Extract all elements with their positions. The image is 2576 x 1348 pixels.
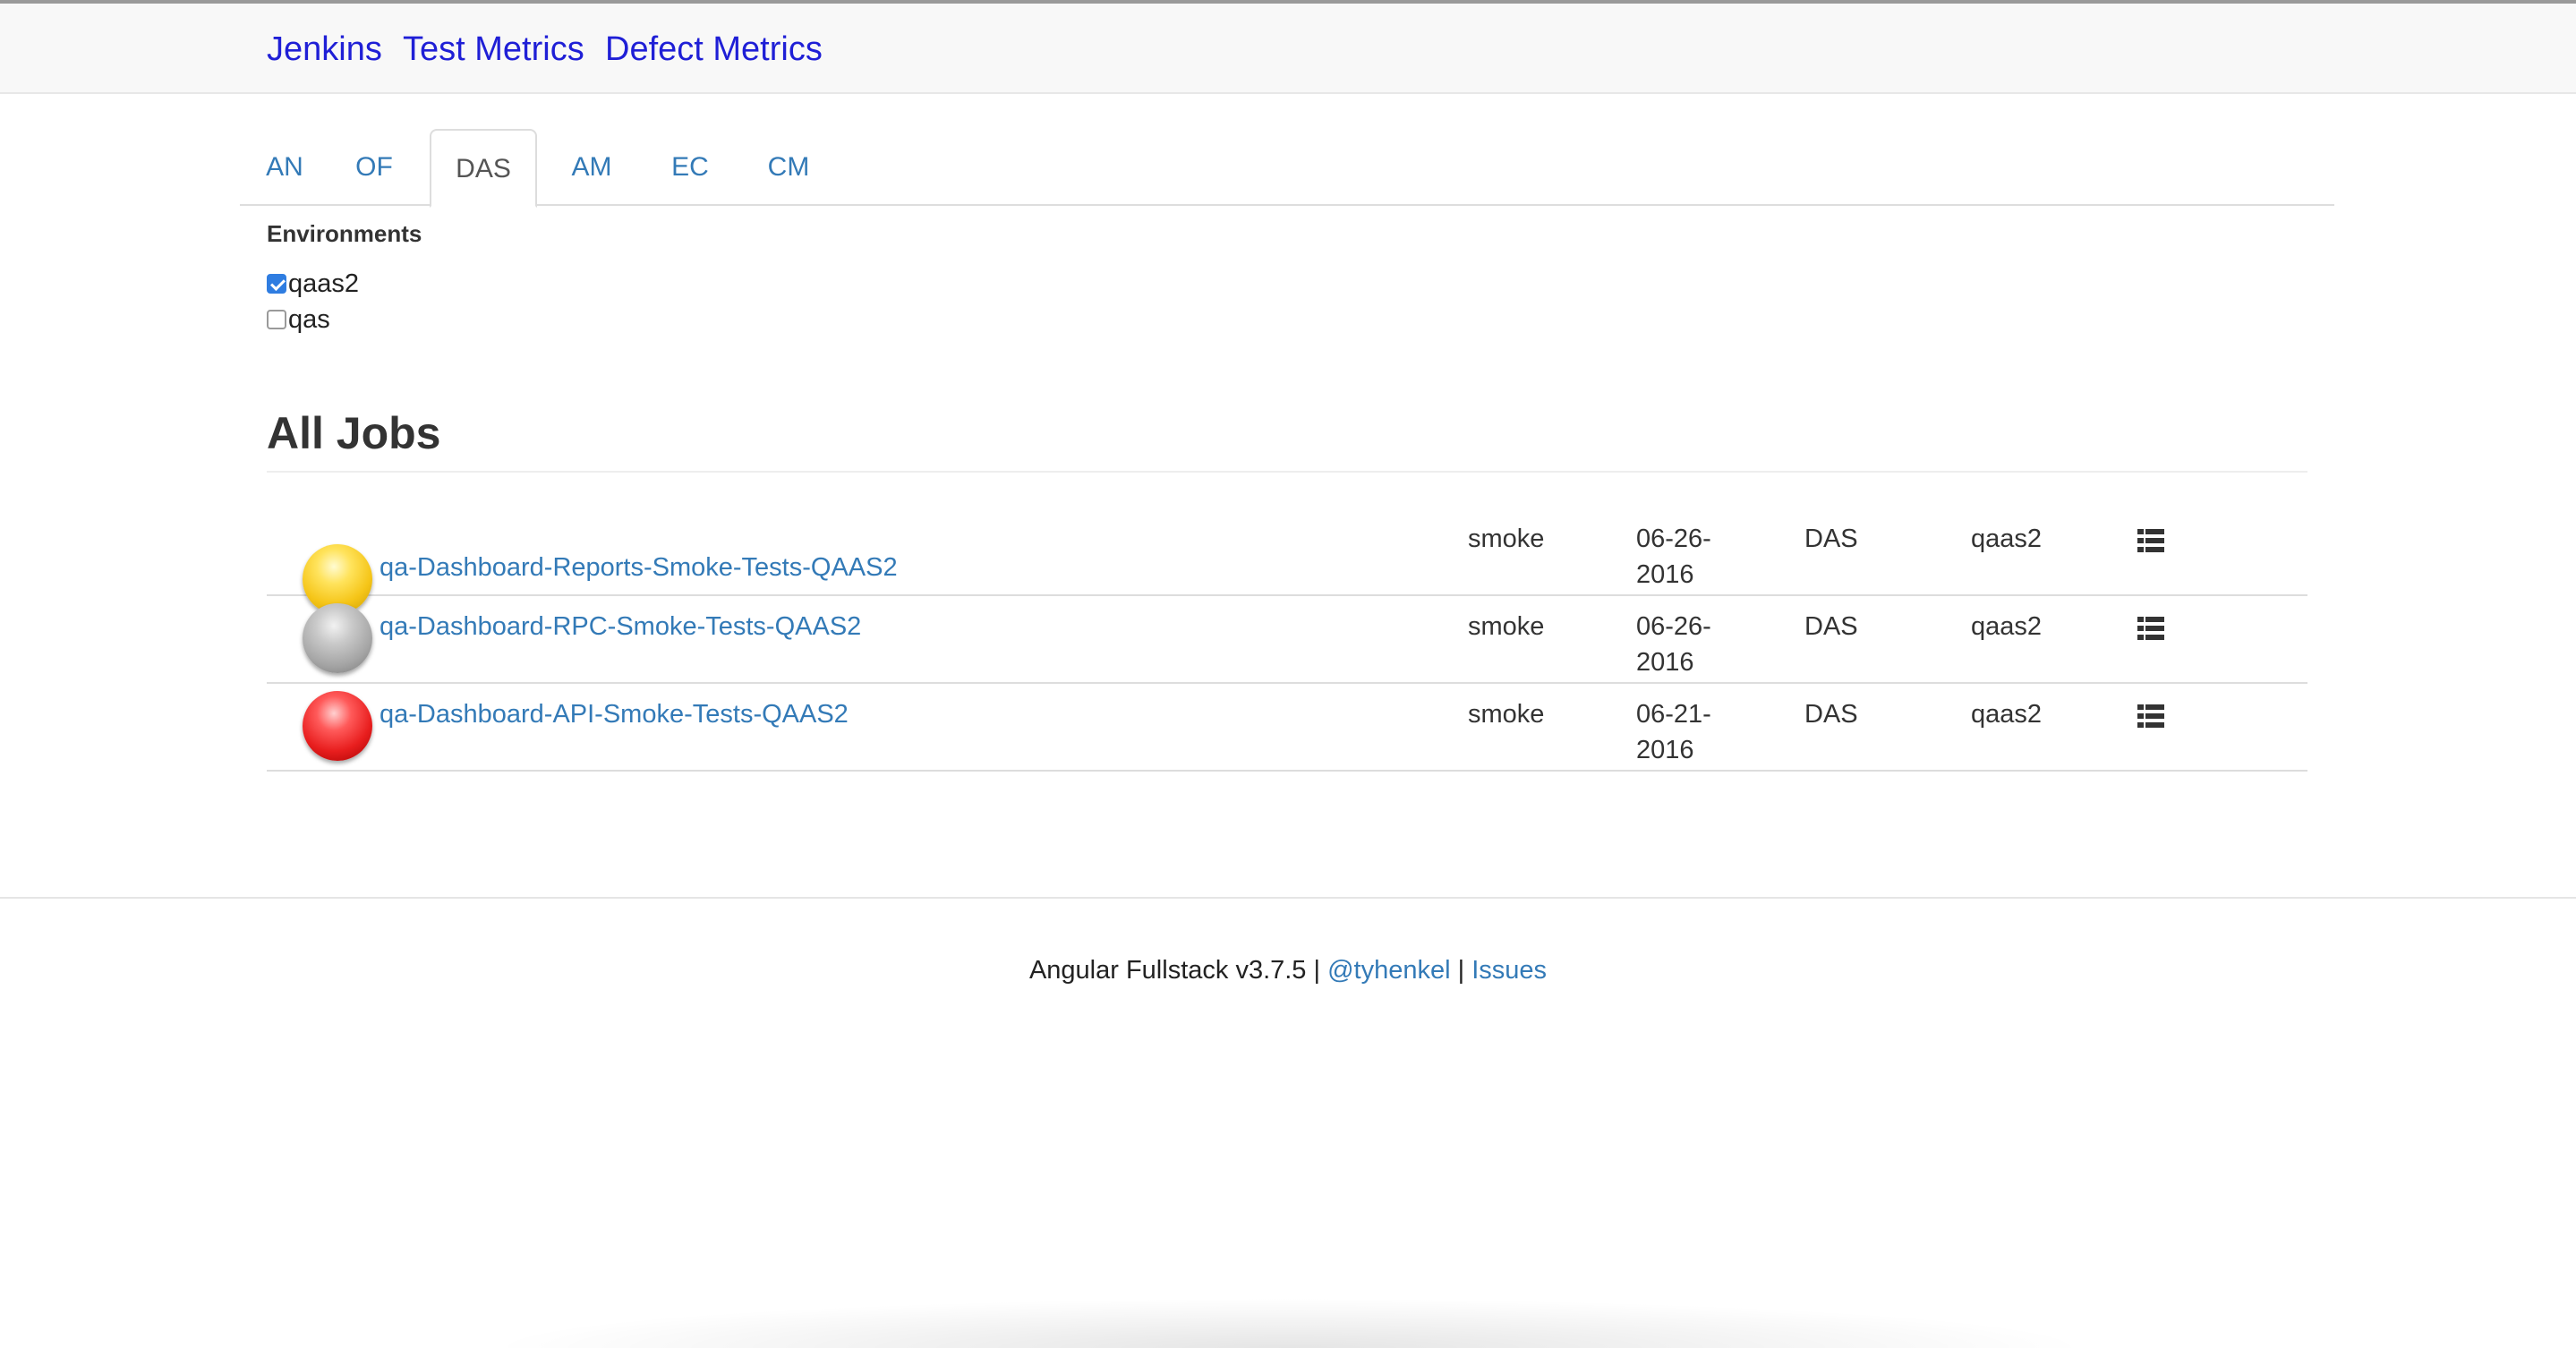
job-date: 06-26- 2016 (1636, 609, 1735, 680)
env-label-qas: qas (288, 304, 330, 334)
footer-divider (0, 897, 2576, 899)
job-date-line1: 06-21- (1636, 700, 1711, 729)
qas-checkbox[interactable] (267, 310, 286, 329)
tab-of[interactable]: OF (329, 129, 419, 206)
tab-cm[interactable]: CM (739, 129, 838, 206)
job-app: DAS (1804, 612, 1858, 641)
job-type: smoke (1468, 612, 1545, 641)
job-type: smoke (1468, 700, 1545, 729)
tab-an[interactable]: AN (240, 129, 329, 206)
page-title: All Jobs (267, 408, 441, 458)
status-ball-icon (303, 603, 372, 673)
job-row: qa-Dashboard-RPC-Smoke-Tests-QAAS2 smoke… (267, 596, 2307, 684)
job-env: qaas2 (1971, 700, 2043, 729)
list-icon[interactable] (2137, 528, 2164, 553)
job-type: smoke (1468, 525, 1545, 553)
author-link[interactable]: @tyhenkel (1327, 956, 1450, 985)
list-icon[interactable] (2137, 704, 2164, 729)
job-date-line2: 2016 (1636, 560, 1694, 589)
tab-ec[interactable]: EC (641, 129, 739, 206)
job-date-line1: 06-26- (1636, 525, 1711, 553)
env-option-qaas2[interactable]: qaas2 (267, 269, 359, 299)
job-link[interactable]: qa-Dashboard-Reports-Smoke-Tests-QAAS2 (380, 553, 898, 583)
job-row: qa-Dashboard-Reports-Smoke-Tests-QAAS2 s… (267, 508, 2307, 614)
job-date-line2: 2016 (1636, 736, 1694, 764)
footer-separator: | (1457, 956, 1465, 985)
footer-text: Angular Fullstack v3.7.5 | (1028, 956, 1321, 985)
job-env: qaas2 (1971, 612, 2043, 641)
nav-link-defect-metrics[interactable]: Defect Metrics (605, 27, 823, 72)
job-row: qa-Dashboard-API-Smoke-Tests-QAAS2 smoke… (267, 684, 2307, 772)
window-bottom-shadow (483, 1298, 2094, 1348)
job-app: DAS (1804, 525, 1858, 553)
job-date: 06-26- 2016 (1636, 521, 1735, 593)
issues-link[interactable]: Issues (1471, 956, 1547, 985)
list-icon[interactable] (2137, 616, 2164, 641)
status-ball-icon (303, 691, 372, 761)
env-option-qas[interactable]: qas (267, 304, 330, 335)
nav-link-jenkins[interactable]: Jenkins (267, 27, 382, 72)
job-date-line2: 2016 (1636, 648, 1694, 677)
top-navbar: Jenkins Test Metrics Defect Metrics (0, 4, 2576, 94)
environments-heading: Environments (267, 220, 422, 247)
job-date: 06-21- 2016 (1636, 696, 1735, 768)
tab-am[interactable]: AM (542, 129, 641, 206)
env-label-qaas2: qaas2 (288, 269, 360, 298)
tab-das[interactable]: DAS (430, 129, 537, 208)
nav-link-test-metrics[interactable]: Test Metrics (403, 27, 584, 72)
project-tabs: AN OF DAS AM EC CM (240, 129, 2334, 208)
job-link[interactable]: qa-Dashboard-API-Smoke-Tests-QAAS2 (380, 700, 849, 729)
job-link[interactable]: qa-Dashboard-RPC-Smoke-Tests-QAAS2 (380, 612, 861, 642)
job-date-line1: 06-26- (1636, 612, 1711, 641)
qaas2-checkbox[interactable] (267, 274, 286, 294)
job-env: qaas2 (1971, 525, 2043, 553)
title-divider (267, 471, 2307, 473)
job-app: DAS (1804, 700, 1858, 729)
footer: Angular Fullstack v3.7.5 | @tyhenkel | I… (0, 952, 2576, 988)
